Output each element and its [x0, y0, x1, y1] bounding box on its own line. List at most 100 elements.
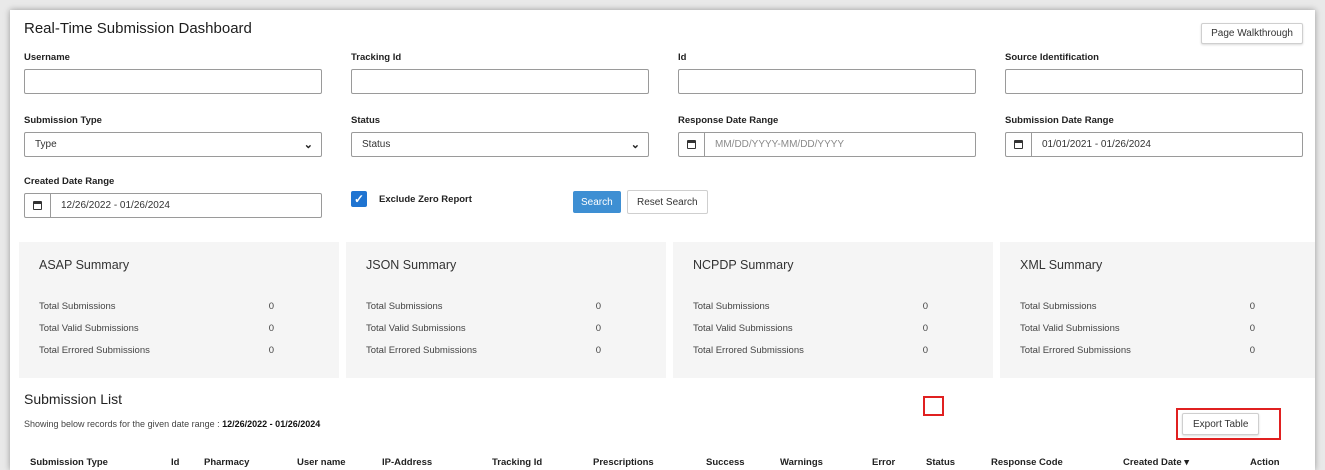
date-range-caption: Showing below records for the given date…	[24, 419, 320, 429]
submission-type-label: Submission Type	[24, 115, 102, 126]
summary-row: Total Submissions 0	[366, 301, 601, 312]
summary-row-value: 0	[268, 345, 274, 356]
ncpdp-summary-panel: NCPDP Summary Total Submissions 0 Total V…	[673, 242, 993, 378]
summary-row-label: Total Submissions	[693, 301, 770, 312]
summary-row: Total Errored Submissions 0	[1020, 345, 1255, 356]
source-identification-input[interactable]	[1005, 69, 1303, 94]
tracking-id-field-group: Tracking Id	[351, 52, 649, 94]
summary-row: Total Valid Submissions 0	[1020, 323, 1255, 334]
summary-row: Total Errored Submissions 0	[39, 345, 274, 356]
status-select[interactable]: Status ⌄	[351, 132, 649, 157]
column-header-error[interactable]: Error	[872, 457, 895, 468]
submission-date-input[interactable]: 01/01/2021 - 01/26/2024	[1005, 132, 1303, 157]
summary-row: Total Valid Submissions 0	[366, 323, 601, 334]
column-header-tracking-id[interactable]: Tracking Id	[492, 457, 542, 468]
submission-date-field-group: Submission Date Range 01/01/2021 - 01/26…	[1005, 115, 1303, 157]
summary-row-value: 0	[1249, 301, 1255, 312]
calendar-button[interactable]	[1006, 133, 1032, 156]
column-header-created-date[interactable]: Created Date ▾	[1123, 457, 1189, 468]
response-date-input[interactable]: MM/DD/YYYY-MM/DD/YYYY	[678, 132, 976, 157]
created-date-field-group: Created Date Range 12/26/2022 - 01/26/20…	[24, 176, 322, 218]
summary-row: Total Errored Submissions 0	[366, 345, 601, 356]
column-header-warnings[interactable]: Warnings	[780, 457, 823, 468]
username-input[interactable]	[24, 69, 322, 94]
summary-row-label: Total Errored Submissions	[366, 345, 477, 356]
submission-type-value: Type	[35, 139, 57, 150]
summary-row-label: Total Submissions	[366, 301, 443, 312]
column-header-prescriptions[interactable]: Prescriptions	[593, 457, 654, 468]
id-input[interactable]	[678, 69, 976, 94]
summary-row-value: 0	[922, 301, 928, 312]
id-label: Id	[678, 52, 687, 63]
search-button[interactable]: Search	[573, 191, 621, 213]
summary-row-value: 0	[595, 345, 601, 356]
column-header-user-name[interactable]: User name	[297, 457, 346, 468]
exclude-zero-checkbox[interactable]: ✓	[351, 191, 367, 207]
created-date-value: 12/26/2022 - 01/26/2024	[61, 200, 170, 211]
date-range-value: 12/26/2022 - 01/26/2024	[222, 419, 321, 429]
summary-row: Total Valid Submissions 0	[693, 323, 928, 334]
summary-row: Total Submissions 0	[39, 301, 274, 312]
created-date-input[interactable]: 12/26/2022 - 01/26/2024	[24, 193, 322, 218]
summary-row: Total Errored Submissions 0	[693, 345, 928, 356]
status-field-group: Status Status ⌄	[351, 115, 649, 157]
username-field-group: Username	[24, 52, 322, 94]
summary-row: Total Submissions 0	[1020, 301, 1255, 312]
id-field-group: Id	[678, 52, 976, 94]
summary-row-label: Total Submissions	[39, 301, 116, 312]
page-walkthrough-button[interactable]: Page Walkthrough	[1201, 23, 1303, 44]
column-header-success[interactable]: Success	[706, 457, 745, 468]
tracking-id-label: Tracking Id	[351, 52, 402, 63]
response-date-label: Response Date Range	[678, 115, 779, 126]
exclude-zero-report-toggle[interactable]: ✓ Exclude Zero Report	[351, 191, 472, 207]
exclude-zero-label: Exclude Zero Report	[379, 193, 472, 205]
summary-row-value: 0	[922, 323, 928, 334]
checkmark-icon: ✓	[353, 192, 365, 206]
column-header-ip-address[interactable]: IP-Address	[382, 457, 432, 468]
submission-type-select[interactable]: Type ⌄	[24, 132, 322, 157]
summary-row-value: 0	[595, 323, 601, 334]
response-date-field-group: Response Date Range MM/DD/YYYY-MM/DD/YYY…	[678, 115, 976, 157]
summary-row: Total Submissions 0	[693, 301, 928, 312]
calendar-icon	[687, 140, 696, 149]
submission-date-label: Submission Date Range	[1005, 115, 1114, 126]
calendar-icon	[1014, 140, 1023, 149]
reset-search-button[interactable]: Reset Search	[627, 190, 708, 214]
summary-panels: ASAP Summary Total Submissions 0 Total Va…	[10, 242, 1315, 378]
calendar-icon	[33, 201, 42, 210]
summary-row-value: 0	[268, 301, 274, 312]
source-identification-label: Source Identification	[1005, 52, 1099, 63]
calendar-button[interactable]	[679, 133, 705, 156]
json-summary-panel: JSON Summary Total Submissions 0 Total Va…	[346, 242, 666, 378]
date-range-prefix: Showing below records for the given date…	[24, 419, 220, 429]
dashboard-card: Real-Time Submission Dashboard Page Walk…	[10, 10, 1315, 470]
summary-row-value: 0	[1249, 323, 1255, 334]
xml-summary-panel: XML Summary Total Submissions 0 Total Val…	[1000, 242, 1315, 378]
highlight-box	[923, 396, 944, 416]
column-header-status[interactable]: Status	[926, 457, 955, 468]
summary-row-label: Total Valid Submissions	[693, 323, 793, 334]
calendar-button[interactable]	[25, 194, 51, 217]
submission-list-title: Submission List	[24, 391, 123, 407]
summary-row-value: 0	[1249, 345, 1255, 356]
column-header-action[interactable]: Action	[1250, 457, 1280, 468]
created-date-label: Created Date Range	[24, 176, 115, 187]
summary-row-value: 0	[595, 301, 601, 312]
tracking-id-input[interactable]	[351, 69, 649, 94]
summary-row: Total Valid Submissions 0	[39, 323, 274, 334]
summary-title: JSON Summary	[366, 258, 457, 272]
column-header-response-code[interactable]: Response Code	[991, 457, 1063, 468]
asap-summary-panel: ASAP Summary Total Submissions 0 Total Va…	[19, 242, 339, 378]
summary-row-label: Total Valid Submissions	[366, 323, 466, 334]
column-header-pharmacy[interactable]: Pharmacy	[204, 457, 249, 468]
summary-row-label: Total Valid Submissions	[39, 323, 139, 334]
summary-row-label: Total Errored Submissions	[693, 345, 804, 356]
table-header-row: Submission Type Id Pharmacy User name IP…	[10, 452, 1315, 470]
summary-row-label: Total Errored Submissions	[39, 345, 150, 356]
username-label: Username	[24, 52, 70, 63]
export-table-button[interactable]: Export Table	[1182, 413, 1260, 435]
chevron-down-icon: ⌄	[630, 139, 640, 151]
column-header-id[interactable]: Id	[171, 457, 179, 468]
page-title: Real-Time Submission Dashboard	[24, 20, 252, 37]
column-header-submission-type[interactable]: Submission Type	[30, 457, 108, 468]
